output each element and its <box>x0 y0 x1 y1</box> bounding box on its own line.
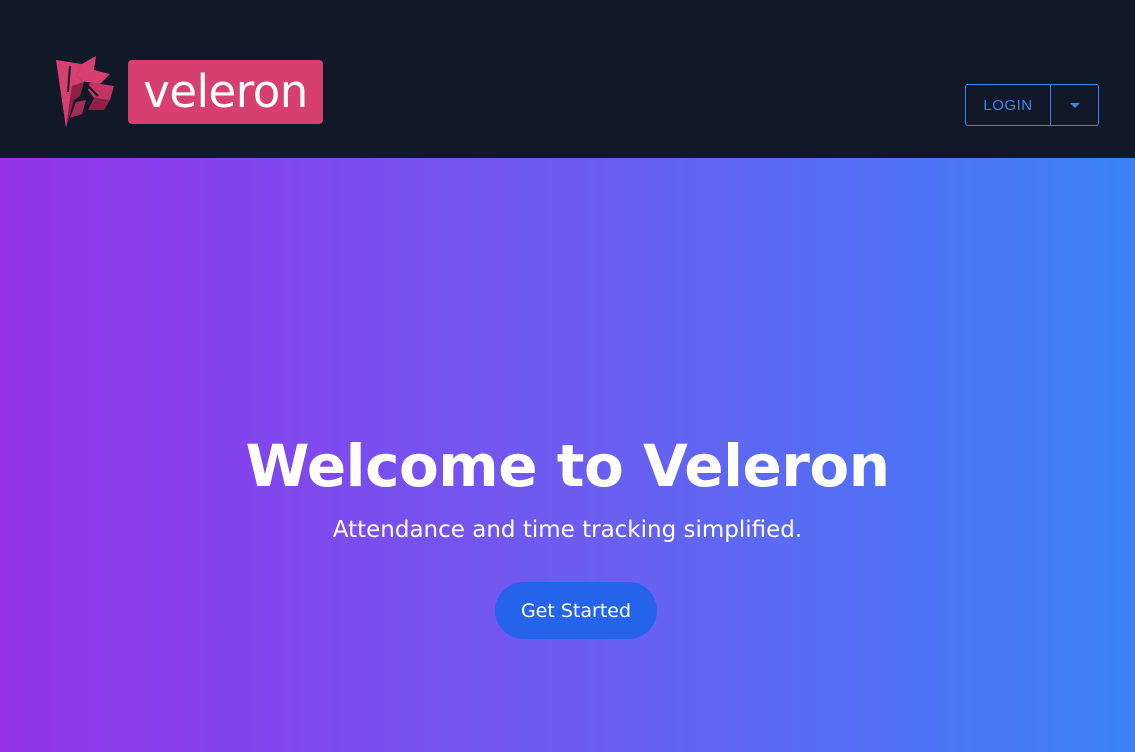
hero-section: Welcome to Veleron Attendance and time t… <box>0 158 1135 752</box>
login-dropdown-toggle[interactable] <box>1051 85 1098 125</box>
veleron-logo-mark-icon <box>56 56 114 128</box>
hero-subtitle: Attendance and time tracking simplified. <box>332 517 803 543</box>
caret-down-icon <box>1069 102 1080 108</box>
login-split-button: LOGIN <box>965 84 1099 126</box>
top-navbar: veleron LOGIN <box>0 0 1135 158</box>
login-button[interactable]: LOGIN <box>966 85 1051 125</box>
logo-wordmark: veleron <box>128 60 323 124</box>
hero-title: Welcome to Veleron <box>245 432 890 500</box>
brand-logo[interactable]: veleron <box>54 52 323 132</box>
get-started-button[interactable]: Get Started <box>495 582 657 639</box>
